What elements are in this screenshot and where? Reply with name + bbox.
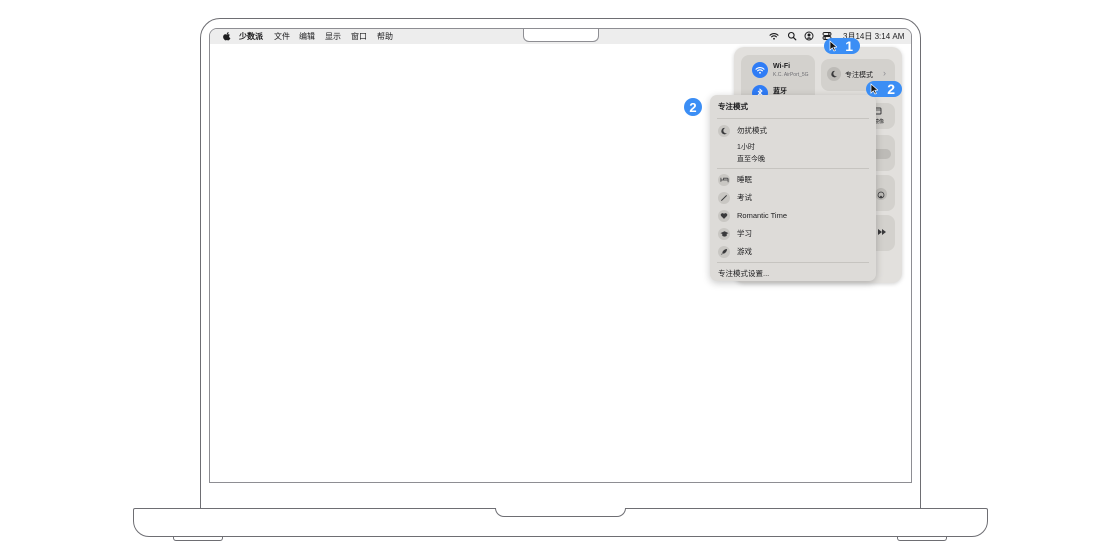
focus-item-sleep[interactable]: 睡眠 — [718, 173, 752, 186]
focus-mode-menu: 专注模式 勿扰模式 1小时 直至今晚 睡眠 考试 Romantic Time 学… — [710, 95, 876, 281]
user-icon[interactable] — [804, 31, 814, 41]
laptop-thumb-notch — [495, 508, 626, 517]
divider — [717, 262, 869, 263]
dnd-option-until-tonight[interactable]: 直至今晚 — [737, 154, 765, 164]
rocket-icon — [720, 248, 728, 255]
bed-icon — [719, 177, 729, 182]
graduation-cap-icon-wrap — [718, 227, 730, 240]
pencil-icon-wrap — [718, 191, 730, 204]
focus-item-exam[interactable]: 考试 — [718, 191, 752, 204]
menu-help[interactable]: 帮助 — [377, 32, 393, 41]
apple-logo-icon[interactable] — [222, 31, 232, 41]
menu-edit[interactable]: 编辑 — [299, 32, 315, 41]
focus-item-romantic-time[interactable]: Romantic Time — [718, 209, 787, 222]
screen: 少数派 文件 编辑 显示 窗口 帮助 3月14日 3:14 AM Wi-Fi K… — [209, 28, 912, 483]
focus-item-game[interactable]: 游戏 — [718, 245, 752, 258]
laptop-foot-right — [897, 537, 947, 541]
focus-item-label: 学习 — [737, 229, 752, 238]
wifi-icon — [755, 67, 765, 74]
moon-icon-wrap — [718, 124, 730, 137]
menu-file[interactable]: 文件 — [274, 32, 290, 41]
divider — [717, 118, 869, 119]
rocket-icon-wrap — [718, 245, 730, 258]
moon-icon — [721, 127, 728, 134]
airplay-audio-button[interactable] — [875, 188, 887, 200]
focus-item-label: 睡眠 — [737, 175, 752, 184]
laptop-hinge — [200, 489, 921, 509]
focus-item-label: Romantic Time — [737, 211, 788, 220]
focus-menu-title: 专注模式 — [718, 102, 748, 111]
wifi-title: Wi-Fi — [773, 63, 791, 70]
focus-item-label: 勿扰模式 — [737, 126, 767, 135]
wifi-icon[interactable] — [769, 31, 779, 41]
focus-moon-button — [827, 67, 841, 81]
laptop-foot-left — [173, 537, 223, 541]
chevron-right-icon: › — [883, 68, 886, 78]
focus-item-label: 考试 — [737, 193, 752, 202]
focus-item-dnd[interactable]: 勿扰模式 — [718, 124, 767, 137]
divider — [717, 168, 869, 169]
step-badge-2-menu: 2 — [684, 98, 702, 116]
cursor-arrow-icon — [829, 40, 837, 52]
wifi-network-name: K.C. AirPort_5G — [773, 72, 809, 78]
pencil-icon — [721, 194, 727, 201]
heart-icon — [720, 212, 728, 219]
dnd-option-1-hour[interactable]: 1小时 — [737, 142, 755, 152]
bed-icon-wrap — [718, 173, 730, 186]
focus-item-study[interactable]: 学习 — [718, 227, 752, 240]
focus-item-label: 游戏 — [737, 247, 752, 256]
heart-icon-wrap — [718, 209, 730, 222]
menu-bar: 少数派 文件 编辑 显示 窗口 帮助 3月14日 3:14 AM — [210, 29, 911, 44]
search-icon[interactable] — [787, 31, 797, 41]
wifi-toggle[interactable] — [752, 62, 768, 78]
graduation-cap-icon — [719, 230, 729, 237]
menu-window[interactable]: 窗口 — [351, 32, 367, 41]
cursor-arrow-icon — [870, 83, 878, 95]
menu-view[interactable]: 显示 — [325, 32, 341, 41]
airplay-icon — [877, 191, 885, 199]
camera-notch — [523, 29, 599, 42]
focus-settings-link[interactable]: 专注模式设置... — [718, 268, 769, 279]
moon-icon — [831, 70, 838, 78]
menu-app-name[interactable]: 少数派 — [239, 32, 263, 41]
focus-mode-label: 专注模式 — [845, 72, 873, 79]
fast-forward-icon[interactable] — [877, 228, 887, 236]
